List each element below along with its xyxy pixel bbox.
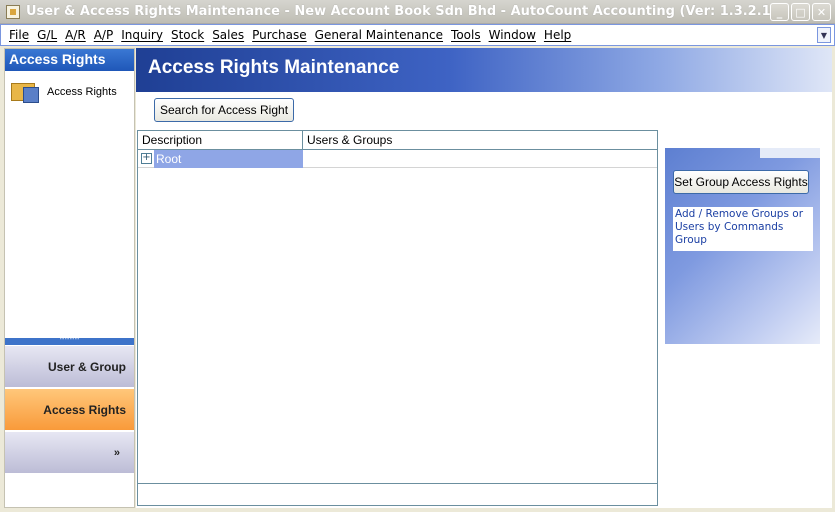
chevron-down-icon[interactable]: ▼	[817, 27, 831, 43]
menu-bar: File G/L A/R A/P Inquiry Stock Sales Pur…	[0, 24, 835, 46]
title-bar: User & Access Rights Maintenance - New A…	[0, 0, 835, 24]
column-header-description[interactable]: Description	[138, 131, 303, 149]
folder-icon	[11, 79, 41, 105]
menu-file[interactable]: File	[5, 28, 33, 42]
window-controls: _ □ ✕	[770, 3, 831, 21]
grid-header: Description Users & Groups	[138, 131, 657, 150]
column-header-users-groups[interactable]: Users & Groups	[303, 131, 396, 149]
row-description-cell: + Root	[138, 149, 303, 168]
access-rights-grid: Description Users & Groups + Root	[137, 130, 658, 506]
task-panel: Set Group Access Rights Add / Remove Gro…	[665, 148, 820, 344]
menu-gl[interactable]: G/L	[33, 28, 61, 42]
sidebar-item-access-rights[interactable]: Access Rights	[11, 79, 134, 105]
navigation-pane: Access Rights Access Rights ''''''''''''…	[4, 48, 135, 508]
maximize-button[interactable]: □	[791, 3, 810, 21]
task-panel-tab	[760, 148, 820, 158]
set-group-access-rights-button[interactable]: Set Group Access Rights	[673, 170, 809, 194]
grid-footer	[138, 483, 657, 505]
table-row[interactable]: + Root	[138, 149, 657, 168]
menu-help[interactable]: Help	[540, 28, 575, 42]
minimize-button[interactable]: _	[770, 3, 789, 21]
menu-ap[interactable]: A/P	[90, 28, 118, 42]
menu-inquiry[interactable]: Inquiry	[117, 28, 167, 42]
menu-ar[interactable]: A/R	[61, 28, 90, 42]
task-description: Add / Remove Groups or Users by Commands…	[673, 207, 813, 251]
nav-button-user-group[interactable]: User & Group	[5, 345, 134, 387]
menu-tools[interactable]: Tools	[447, 28, 485, 42]
menu-purchase[interactable]: Purchase	[248, 28, 311, 42]
menu-sales[interactable]: Sales	[208, 28, 248, 42]
sidebar-item-label: Access Rights	[47, 86, 117, 98]
window-title: User & Access Rights Maintenance - New A…	[26, 4, 786, 19]
nav-button-access-rights[interactable]: Access Rights	[5, 388, 134, 430]
expand-icon[interactable]: +	[141, 153, 152, 164]
nav-overflow-button[interactable]: »	[5, 431, 134, 473]
search-access-right-button[interactable]: Search for Access Right	[154, 98, 294, 122]
menu-window[interactable]: Window	[485, 28, 540, 42]
app-icon	[6, 4, 20, 19]
menu-general-maintenance[interactable]: General Maintenance	[311, 28, 447, 42]
main-content: Access Rights Maintenance Search for Acc…	[136, 48, 832, 508]
pane-splitter[interactable]: ''''''''''''	[5, 338, 134, 345]
close-button[interactable]: ✕	[812, 3, 831, 21]
menu-stock[interactable]: Stock	[167, 28, 208, 42]
page-title: Access Rights Maintenance	[136, 48, 832, 92]
nav-pane-title: Access Rights	[5, 49, 134, 71]
tree-node-root[interactable]: Root	[154, 149, 303, 168]
